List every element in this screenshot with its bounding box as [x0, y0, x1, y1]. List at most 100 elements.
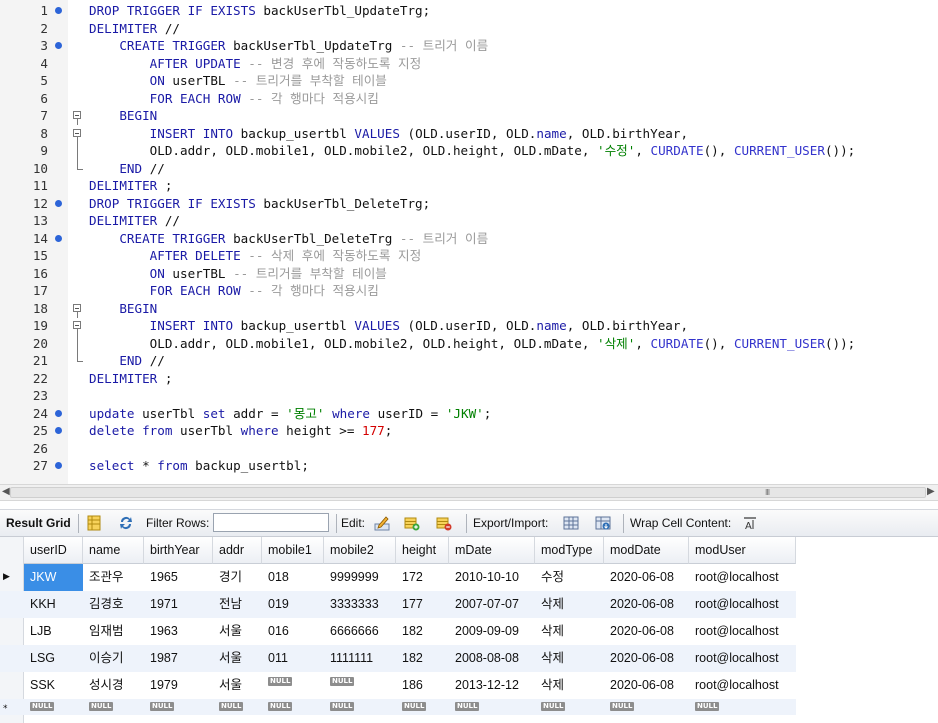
edit-pencil-icon[interactable]: [374, 515, 390, 531]
statement-marker-icon[interactable]: [55, 462, 62, 469]
column-header-name[interactable]: name: [83, 537, 144, 564]
statement-marker-icon[interactable]: [55, 199, 62, 207]
fold-toggle-icon[interactable]: [73, 125, 82, 143]
cell-mobile1[interactable]: 018: [262, 564, 324, 591]
statement-marker-icon[interactable]: [55, 234, 62, 242]
cell-mobile2[interactable]: 3333333: [324, 591, 396, 618]
import-icon[interactable]: [595, 515, 611, 531]
cell-mDate[interactable]: NULL: [449, 699, 535, 715]
code-line[interactable]: 20 OLD.addr, OLD.mobile1, OLD.mobile2, O…: [0, 334, 938, 352]
code-line[interactable]: 5 ON userTBL -- 트리거를 부착할 테이블: [0, 72, 938, 90]
cell-userID[interactable]: SSK: [24, 672, 83, 699]
cell-birthYear[interactable]: 1971: [144, 591, 213, 618]
table-row[interactable]: LJB 임재범 1963 서울 016 6666666 182 2009-09-09 삭제 202…: [0, 618, 796, 645]
cell-birthYear[interactable]: NULL: [144, 699, 213, 715]
cell-modDate[interactable]: 2020-06-08: [604, 645, 689, 672]
editor-horizontal-scrollbar[interactable]: ◀ III ▶: [0, 484, 938, 501]
code-line[interactable]: 1 DROP TRIGGER IF EXISTS backUserTbl_Upda…: [0, 2, 938, 20]
code-line[interactable]: 3 CREATE TRIGGER backUserTbl_UpdateTrg -…: [0, 37, 938, 55]
scroll-left-arrow-icon[interactable]: ◀: [2, 486, 10, 497]
code-line[interactable]: 16 ON userTBL -- 트리거를 부착할 테이블: [0, 265, 938, 283]
cell-modDate[interactable]: 2020-06-08: [604, 564, 689, 591]
code-line[interactable]: 21 END //: [0, 352, 938, 370]
code-line[interactable]: 12 DROP TRIGGER IF EXISTS backUserTbl_Del…: [0, 195, 938, 213]
cell-birthYear[interactable]: 1979: [144, 672, 213, 699]
cell-addr[interactable]: 전남: [213, 591, 262, 618]
table-row[interactable]: SSK 성시경 1979 서울 NULL NULL 186 2013-12-12 삭제 2020-…: [0, 672, 796, 699]
cell-mDate[interactable]: 2010-10-10: [449, 564, 535, 591]
cell-modType[interactable]: 삭제: [535, 618, 604, 645]
code-line[interactable]: 4 AFTER UPDATE -- 변경 후에 작동하도록 지정: [0, 55, 938, 73]
cell-name[interactable]: 성시경: [83, 672, 144, 699]
cell-modType[interactable]: 수정: [535, 564, 604, 591]
cell-modUser[interactable]: root@localhost: [689, 591, 796, 618]
statement-marker-icon[interactable]: [55, 7, 62, 14]
cell-name[interactable]: 이승기: [83, 645, 144, 672]
cell-userID[interactable]: LJB: [24, 618, 83, 645]
export-icon[interactable]: [563, 515, 579, 531]
cell-modType[interactable]: 삭제: [535, 672, 604, 699]
fold-toggle-icon[interactable]: [73, 300, 82, 318]
cell-height[interactable]: 172: [396, 564, 449, 591]
cell-userID[interactable]: KKH: [24, 591, 83, 618]
cell-userID[interactable]: JKW: [24, 564, 83, 591]
cell-mobile1[interactable]: 016: [262, 618, 324, 645]
cell-userID[interactable]: NULL: [24, 699, 83, 715]
column-header-userID[interactable]: userID: [24, 537, 83, 564]
code-line[interactable]: 25 delete from userTbl where height >= 17…: [0, 422, 938, 440]
cell-mobile2[interactable]: NULL: [324, 672, 396, 699]
code-line[interactable]: 14 CREATE TRIGGER backUserTbl_DeleteTrg …: [0, 230, 938, 248]
code-line[interactable]: 9 OLD.addr, OLD.mobile1, OLD.mobile2, OL…: [0, 142, 938, 160]
scrollbar-thumb[interactable]: III: [10, 487, 926, 498]
cell-mobile1[interactable]: NULL: [262, 672, 324, 699]
code-line[interactable]: 8 INSERT INTO backup_usertbl VALUES (OLD…: [0, 125, 938, 143]
column-header-birthYear[interactable]: birthYear: [144, 537, 213, 564]
table-row[interactable]: KKH 김경호 1971 전남 019 3333333 177 2007-07-07 삭제 202…: [0, 591, 796, 618]
filter-rows-input[interactable]: [213, 513, 329, 532]
cell-modType[interactable]: 삭제: [535, 591, 604, 618]
cell-mobile2[interactable]: 6666666: [324, 618, 396, 645]
cell-mobile2[interactable]: 9999999: [324, 564, 396, 591]
table-row[interactable]: ▶ JKW 조관우 1965 경기 018 9999999 172 2010-10-10 수정 20…: [0, 564, 796, 591]
scroll-right-arrow-icon[interactable]: ▶: [927, 486, 935, 497]
column-header-modDate[interactable]: modDate: [604, 537, 689, 564]
cell-modUser[interactable]: NULL: [689, 699, 796, 715]
cell-birthYear[interactable]: 1987: [144, 645, 213, 672]
cell-addr[interactable]: NULL: [213, 699, 262, 715]
code-line[interactable]: 22 DELIMITER ;: [0, 370, 938, 388]
cell-mobile1[interactable]: 019: [262, 591, 324, 618]
new-row-placeholder[interactable]: * NULL NULL NULL NULL NULL NULL NULL NULL NULL NUL…: [0, 699, 796, 715]
cell-modType[interactable]: NULL: [535, 699, 604, 715]
code-line[interactable]: 24 update userTbl set addr = '몽고' where u…: [0, 405, 938, 423]
sql-editor[interactable]: 1 DROP TRIGGER IF EXISTS backUserTbl_Upda…: [0, 0, 938, 484]
cell-height[interactable]: 182: [396, 645, 449, 672]
code-line[interactable]: 2 DELIMITER //: [0, 20, 938, 38]
statement-marker-icon[interactable]: [55, 42, 62, 49]
cell-height[interactable]: 177: [396, 591, 449, 618]
fold-toggle-icon[interactable]: [73, 107, 82, 125]
cell-height[interactable]: 182: [396, 618, 449, 645]
cell-mobile2[interactable]: 1111111: [324, 645, 396, 672]
cell-modUser[interactable]: root@localhost: [689, 645, 796, 672]
code-line[interactable]: 23: [0, 387, 938, 405]
code-line[interactable]: 27 select * from backup_usertbl;: [0, 457, 938, 475]
cell-mDate[interactable]: 2013-12-12: [449, 672, 535, 699]
cell-name[interactable]: NULL: [83, 699, 144, 715]
cell-mobile2[interactable]: NULL: [324, 699, 396, 715]
cell-name[interactable]: 임재범: [83, 618, 144, 645]
code-line[interactable]: 15 AFTER DELETE -- 삭제 후에 작동하도록 지정: [0, 247, 938, 265]
delete-row-icon[interactable]: [436, 515, 452, 531]
cell-modUser[interactable]: root@localhost: [689, 618, 796, 645]
cell-birthYear[interactable]: 1965: [144, 564, 213, 591]
code-line[interactable]: 17 FOR EACH ROW -- 각 행마다 적용시킴: [0, 282, 938, 300]
column-header-modType[interactable]: modType: [535, 537, 604, 564]
column-header-mDate[interactable]: mDate: [449, 537, 535, 564]
code-line[interactable]: 26: [0, 440, 938, 458]
code-line[interactable]: 10 END //: [0, 159, 938, 178]
code-line[interactable]: 13 DELIMITER //: [0, 212, 938, 230]
cell-mDate[interactable]: 2008-08-08: [449, 645, 535, 672]
cell-height[interactable]: 186: [396, 672, 449, 699]
cell-mobile1[interactable]: NULL: [262, 699, 324, 715]
cell-mDate[interactable]: 2009-09-09: [449, 618, 535, 645]
code-line[interactable]: 19 INSERT INTO backup_usertbl VALUES (OL…: [0, 317, 938, 335]
